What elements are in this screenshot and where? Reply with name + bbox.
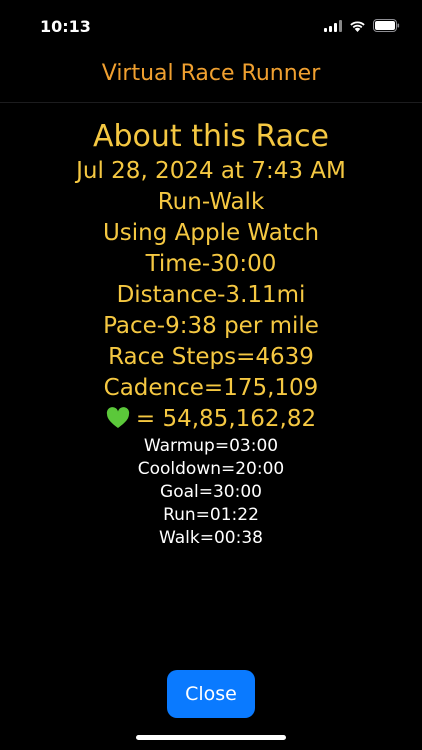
race-cooldown: Cooldown=20:00 (137, 459, 285, 479)
nav-bar: Virtual Race Runner (0, 52, 422, 103)
race-details: About this Race Jul 28, 2024 at 7:43 AM … (0, 118, 422, 550)
race-warmup: Warmup=03:00 (143, 436, 279, 456)
race-cadence: Cadence=175,109 (103, 375, 319, 401)
status-bar: 10:13 (0, 0, 422, 50)
green-heart-icon (106, 407, 130, 428)
race-date: Jul 28, 2024 at 7:43 AM (76, 158, 346, 184)
close-button[interactable]: Close (167, 670, 255, 718)
status-time: 10:13 (40, 17, 91, 36)
status-icons (324, 19, 400, 32)
race-device: Using Apple Watch (102, 220, 320, 246)
home-indicator[interactable] (136, 735, 286, 740)
wifi-icon (350, 20, 365, 32)
race-run-interval: Run=01:22 (163, 505, 259, 525)
race-walk-interval: Walk=00:38 (159, 528, 263, 548)
race-distance: Distance-3.11mi (116, 282, 306, 308)
battery-icon (373, 19, 400, 32)
race-goal: Goal=30:00 (160, 482, 262, 502)
race-mode: Run-Walk (157, 189, 265, 215)
race-steps: Race Steps=4639 (108, 344, 314, 370)
race-pace: Pace-9:38 per mile (103, 313, 319, 339)
signal-icon (324, 19, 342, 32)
page-title: About this Race (92, 119, 330, 154)
heart-rate-row: = 54,85,162,82 (0, 404, 422, 435)
race-time: Time-30:00 (145, 251, 277, 277)
nav-title: Virtual Race Runner (101, 61, 321, 86)
heart-rate-values: = 54,85,162,82 (135, 406, 317, 432)
